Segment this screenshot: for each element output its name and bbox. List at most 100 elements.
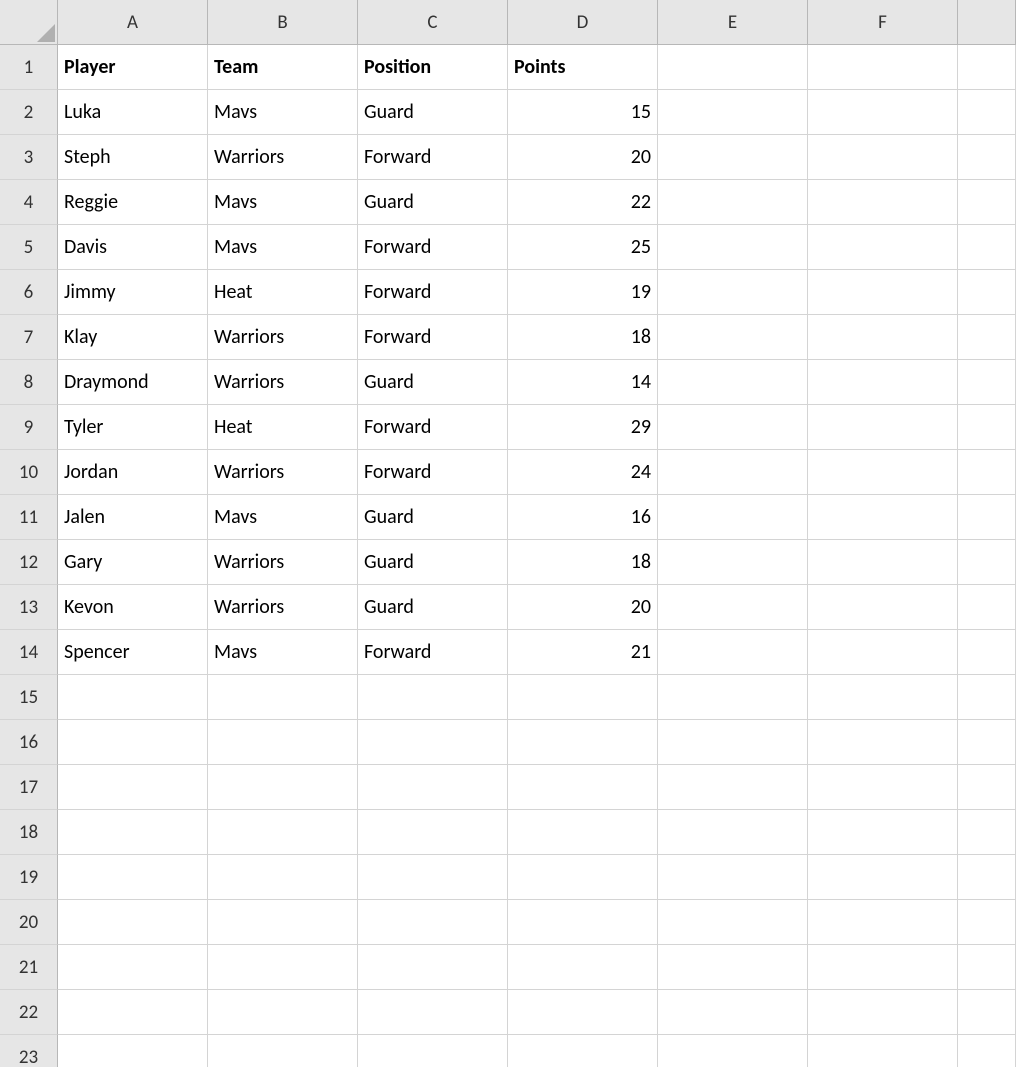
cell-overflow-23[interactable] <box>958 1035 1016 1067</box>
cell-B11[interactable]: Mavs <box>208 495 358 540</box>
cell-E14[interactable] <box>658 630 808 675</box>
cell-B6[interactable]: Heat <box>208 270 358 315</box>
cell-E5[interactable] <box>658 225 808 270</box>
cell-D21[interactable] <box>508 945 658 990</box>
cell-overflow-6[interactable] <box>958 270 1016 315</box>
cell-C3[interactable]: Forward <box>358 135 508 180</box>
cell-overflow-9[interactable] <box>958 405 1016 450</box>
cell-A5[interactable]: Davis <box>58 225 208 270</box>
col-header-overflow[interactable] <box>958 0 1016 45</box>
row-header-1[interactable]: 1 <box>0 45 58 90</box>
cell-A12[interactable]: Gary <box>58 540 208 585</box>
cell-C2[interactable]: Guard <box>358 90 508 135</box>
cell-B18[interactable] <box>208 810 358 855</box>
cell-B3[interactable]: Warriors <box>208 135 358 180</box>
row-header-12[interactable]: 12 <box>0 540 58 585</box>
cell-F6[interactable] <box>808 270 958 315</box>
cell-B7[interactable]: Warriors <box>208 315 358 360</box>
cell-F4[interactable] <box>808 180 958 225</box>
cell-F8[interactable] <box>808 360 958 405</box>
cell-E19[interactable] <box>658 855 808 900</box>
cell-D1[interactable]: Points <box>508 45 658 90</box>
cell-overflow-18[interactable] <box>958 810 1016 855</box>
cell-C1[interactable]: Position <box>358 45 508 90</box>
cell-D14[interactable]: 21 <box>508 630 658 675</box>
cell-C13[interactable]: Guard <box>358 585 508 630</box>
cell-A9[interactable]: Tyler <box>58 405 208 450</box>
cell-F23[interactable] <box>808 1035 958 1067</box>
row-header-7[interactable]: 7 <box>0 315 58 360</box>
select-all-corner[interactable] <box>0 0 58 45</box>
cell-B19[interactable] <box>208 855 358 900</box>
cell-E2[interactable] <box>658 90 808 135</box>
cell-B22[interactable] <box>208 990 358 1035</box>
col-header-F[interactable]: F <box>808 0 958 45</box>
row-header-9[interactable]: 9 <box>0 405 58 450</box>
cell-A6[interactable]: Jimmy <box>58 270 208 315</box>
row-header-8[interactable]: 8 <box>0 360 58 405</box>
cell-C8[interactable]: Guard <box>358 360 508 405</box>
cell-C21[interactable] <box>358 945 508 990</box>
cell-A13[interactable]: Kevon <box>58 585 208 630</box>
cell-D3[interactable]: 20 <box>508 135 658 180</box>
cell-E9[interactable] <box>658 405 808 450</box>
cell-C19[interactable] <box>358 855 508 900</box>
cell-A19[interactable] <box>58 855 208 900</box>
cell-E1[interactable] <box>658 45 808 90</box>
cell-C18[interactable] <box>358 810 508 855</box>
cell-F7[interactable] <box>808 315 958 360</box>
cell-F14[interactable] <box>808 630 958 675</box>
cell-C23[interactable] <box>358 1035 508 1067</box>
cell-A8[interactable]: Draymond <box>58 360 208 405</box>
cell-E17[interactable] <box>658 765 808 810</box>
row-header-14[interactable]: 14 <box>0 630 58 675</box>
cell-F17[interactable] <box>808 765 958 810</box>
cell-A1[interactable]: Player <box>58 45 208 90</box>
row-header-15[interactable]: 15 <box>0 675 58 720</box>
cell-F3[interactable] <box>808 135 958 180</box>
cell-F21[interactable] <box>808 945 958 990</box>
cell-A22[interactable] <box>58 990 208 1035</box>
cell-C12[interactable]: Guard <box>358 540 508 585</box>
cell-D23[interactable] <box>508 1035 658 1067</box>
cell-F22[interactable] <box>808 990 958 1035</box>
cell-D12[interactable]: 18 <box>508 540 658 585</box>
cell-F19[interactable] <box>808 855 958 900</box>
cell-B14[interactable]: Mavs <box>208 630 358 675</box>
cell-C15[interactable] <box>358 675 508 720</box>
row-header-3[interactable]: 3 <box>0 135 58 180</box>
cell-D17[interactable] <box>508 765 658 810</box>
cell-D2[interactable]: 15 <box>508 90 658 135</box>
cell-overflow-21[interactable] <box>958 945 1016 990</box>
cell-overflow-2[interactable] <box>958 90 1016 135</box>
cell-A2[interactable]: Luka <box>58 90 208 135</box>
cell-overflow-16[interactable] <box>958 720 1016 765</box>
row-header-21[interactable]: 21 <box>0 945 58 990</box>
cell-D5[interactable]: 25 <box>508 225 658 270</box>
col-header-E[interactable]: E <box>658 0 808 45</box>
cell-B10[interactable]: Warriors <box>208 450 358 495</box>
cell-B5[interactable]: Mavs <box>208 225 358 270</box>
cell-C22[interactable] <box>358 990 508 1035</box>
cell-D16[interactable] <box>508 720 658 765</box>
row-header-23[interactable]: 23 <box>0 1035 58 1067</box>
cell-A4[interactable]: Reggie <box>58 180 208 225</box>
cell-overflow-8[interactable] <box>958 360 1016 405</box>
cell-overflow-14[interactable] <box>958 630 1016 675</box>
cell-C5[interactable]: Forward <box>358 225 508 270</box>
cell-D19[interactable] <box>508 855 658 900</box>
row-header-11[interactable]: 11 <box>0 495 58 540</box>
cell-F9[interactable] <box>808 405 958 450</box>
cell-E21[interactable] <box>658 945 808 990</box>
cell-D22[interactable] <box>508 990 658 1035</box>
cell-E10[interactable] <box>658 450 808 495</box>
row-header-20[interactable]: 20 <box>0 900 58 945</box>
cell-C4[interactable]: Guard <box>358 180 508 225</box>
cell-A3[interactable]: Steph <box>58 135 208 180</box>
cell-overflow-4[interactable] <box>958 180 1016 225</box>
row-header-22[interactable]: 22 <box>0 990 58 1035</box>
cell-overflow-3[interactable] <box>958 135 1016 180</box>
cell-F15[interactable] <box>808 675 958 720</box>
cell-F13[interactable] <box>808 585 958 630</box>
cell-C14[interactable]: Forward <box>358 630 508 675</box>
